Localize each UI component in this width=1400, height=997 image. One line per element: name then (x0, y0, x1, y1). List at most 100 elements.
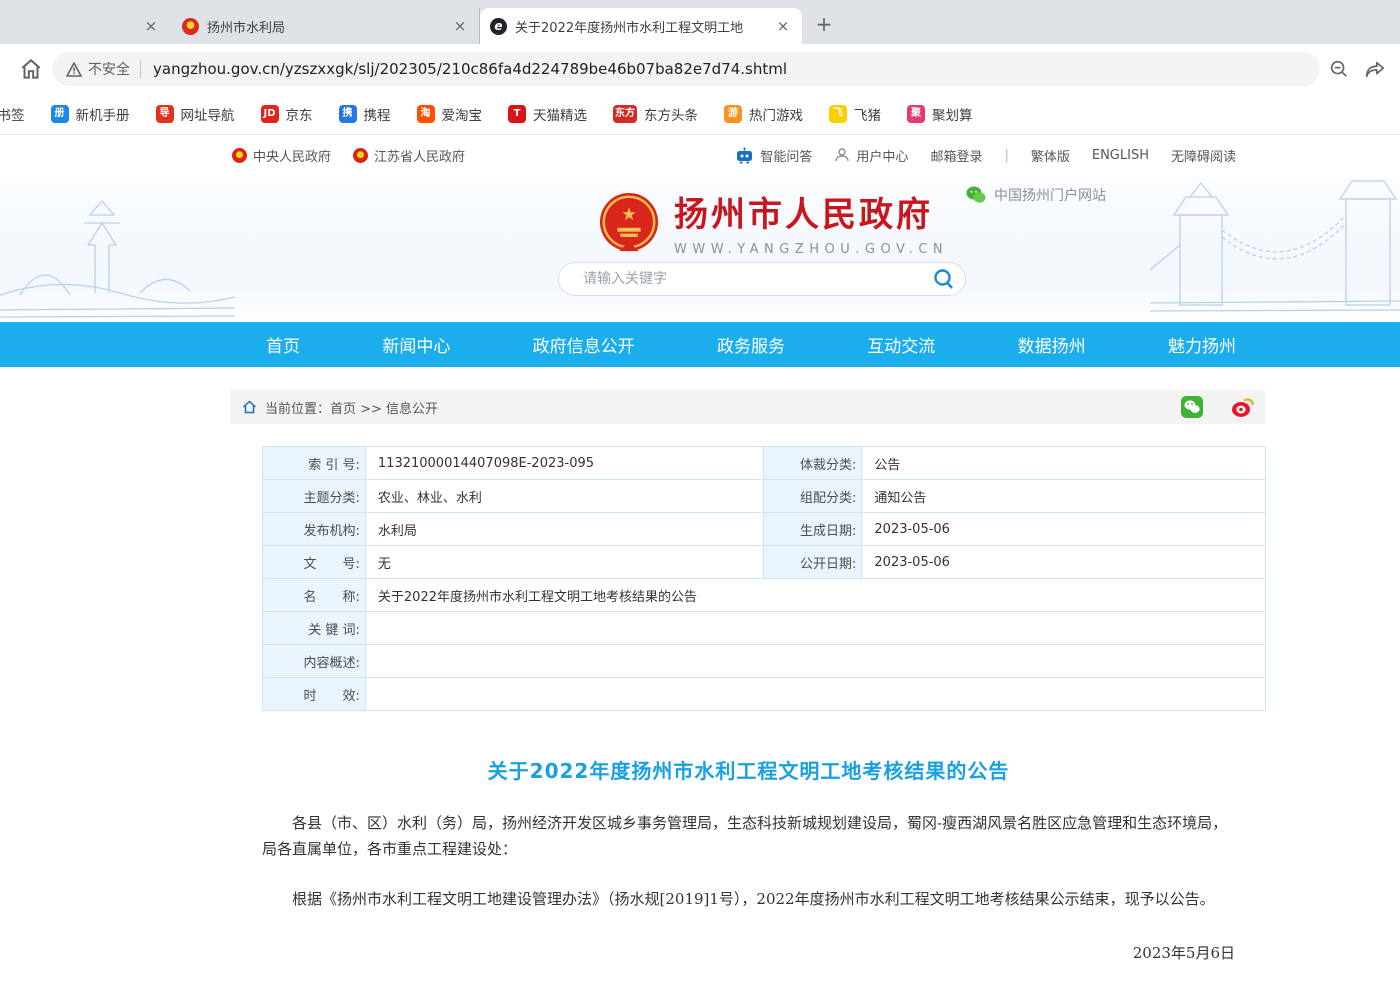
meta-value (366, 612, 1266, 645)
close-icon[interactable]: × (142, 17, 160, 35)
portal-tag[interactable]: 中国扬州门户网站 (966, 185, 1106, 205)
bookmark-label: 携程 (364, 104, 391, 124)
right-bridge-sketch-decoration (1150, 175, 1400, 322)
table-row: 时 效: (263, 678, 1266, 711)
site-brand[interactable]: ★ 扬州市人民政府 WWW.YANGZHOU.GOV.CN (598, 187, 948, 257)
bookmark-icon: 册 (51, 105, 69, 123)
nav-item-home[interactable]: 首页 (266, 332, 300, 357)
meta-value: 2023-05-06 (862, 513, 1266, 546)
search-icon[interactable] (929, 264, 959, 294)
mail-login-link[interactable]: 邮箱登录 (930, 146, 982, 165)
bookmarks-bar: 机书签 册 新机手册 导 网址导航 JD 京东 携 携程 淘 爱淘宝 T 天猫精… (0, 94, 1400, 135)
zoom-out-icon[interactable] (1328, 58, 1350, 80)
meta-label: 生成日期: (764, 513, 863, 546)
meta-value: 农业、林业、水利 (366, 480, 764, 513)
table-row: 关 键 词: (263, 612, 1266, 645)
left-landmark-sketch-decoration (0, 175, 235, 322)
bookmark-label: 新机手册 (76, 104, 130, 124)
url-text[interactable]: yangzhou.gov.cn/yzszxxgk/slj/202305/210c… (153, 60, 787, 78)
gov-utility-bar: 中央人民政府 江苏省人民政府 智能问答 (0, 135, 1400, 175)
bookmark-item[interactable]: 机书签 (0, 104, 25, 124)
home-breadcrumb-icon[interactable] (242, 400, 257, 414)
breadcrumb: 当前位置：首页 >> 信息公开 (230, 390, 1265, 424)
bookmark-item[interactable]: T 天猫精选 (508, 104, 587, 124)
bookmark-icon: T (508, 105, 526, 123)
bookmark-icon: 导 (156, 105, 174, 123)
article-paragraph: 各县（市、区）水利（务）局，扬州经济开发区城乡事务管理局，生态科技新城规划建设局… (262, 810, 1235, 862)
close-icon[interactable]: × (774, 17, 792, 35)
bookmark-label: 京东 (286, 104, 313, 124)
breadcrumb-text[interactable]: 当前位置：首页 >> 信息公开 (265, 398, 438, 417)
meta-label: 关 键 词: (263, 612, 366, 645)
share-icon[interactable] (1364, 58, 1386, 80)
metadata-table: 索 引 号: 11321000014407098E-2023-095 体裁分类:… (262, 446, 1266, 711)
url-bar[interactable]: 不安全 yangzhou.gov.cn/yzszxxgk/slj/202305/… (52, 52, 1320, 86)
meta-value: 公告 (862, 447, 1266, 480)
user-icon (834, 147, 850, 163)
address-toolbar: 不安全 yangzhou.gov.cn/yzszxxgk/slj/202305/… (0, 44, 1400, 94)
table-row: 内容概述: (263, 645, 1266, 678)
weibo-share-icon[interactable] (1231, 396, 1253, 418)
gov-emblem-favicon-icon: ★ (182, 18, 199, 35)
tab-truncated[interactable]: × (0, 8, 172, 44)
bookmark-item[interactable]: 飞 飞猪 (829, 104, 881, 124)
traditional-link[interactable]: 繁体版 (1031, 146, 1070, 165)
link-label: 中央人民政府 (253, 146, 331, 165)
tab-bar: × ★ 扬州市水利局 × e 关于2022年度扬州市水利工程文明工地 × + (0, 0, 1400, 44)
close-icon[interactable]: × (451, 17, 469, 35)
bookmark-label: 网址导航 (181, 104, 235, 124)
nav-item-interaction[interactable]: 互动交流 (867, 332, 935, 357)
bookmark-item[interactable]: 游 热门游戏 (724, 104, 803, 124)
bookmark-icon: JD (261, 105, 279, 123)
smart-qa-link[interactable]: 智能问答 (735, 146, 812, 165)
wechat-share-icon[interactable] (1181, 396, 1203, 418)
meta-value (366, 678, 1266, 711)
bookmark-item[interactable]: 聚 聚划算 (907, 104, 973, 124)
bookmark-label: 东方头条 (644, 104, 698, 124)
bookmark-item[interactable]: 导 网址导航 (156, 104, 235, 124)
divider: | (1004, 148, 1008, 163)
meta-value (366, 645, 1266, 678)
meta-label: 内容概述: (263, 645, 366, 678)
user-center-link[interactable]: 用户中心 (834, 146, 908, 165)
bookmark-label: 机书签 (0, 104, 25, 124)
search-input[interactable] (583, 271, 929, 287)
nav-item-news[interactable]: 新闻中心 (382, 332, 450, 357)
nav-item-info-disclosure[interactable]: 政府信息公开 (533, 332, 635, 357)
meta-value: 2023-05-06 (862, 546, 1266, 579)
english-link[interactable]: ENGLISH (1092, 148, 1149, 163)
main-nav: 首页 新闻中心 政府信息公开 政务服务 互动交流 数据扬州 魅力扬州 (0, 322, 1400, 367)
toolbar-right (1328, 58, 1386, 80)
bookmark-item[interactable]: 册 新机手册 (51, 104, 130, 124)
bookmark-item[interactable]: JD 京东 (261, 104, 313, 124)
security-label[interactable]: 不安全 (88, 59, 130, 79)
table-row: 主题分类: 农业、林业、水利 组配分类: 通知公告 (263, 480, 1266, 513)
bookmark-item[interactable]: 东方 东方头条 (613, 104, 698, 124)
link-central-gov[interactable]: 中央人民政府 (232, 146, 331, 165)
meta-label: 主题分类: (263, 480, 366, 513)
table-row: 发布机构: 水利局 生成日期: 2023-05-06 (263, 513, 1266, 546)
portal-label: 中国扬州门户网站 (994, 185, 1106, 205)
tab-active-announcement[interactable]: e 关于2022年度扬州市水利工程文明工地 × (480, 8, 802, 44)
accessibility-link[interactable]: 无障碍阅读 (1171, 146, 1236, 165)
meta-label: 索 引 号: (263, 447, 366, 480)
bookmark-icon: 东方 (613, 105, 637, 123)
not-secure-warning-icon (66, 62, 82, 77)
nav-item-services[interactable]: 政务服务 (717, 332, 785, 357)
new-tab-button[interactable]: + (810, 10, 838, 38)
link-jiangsu-gov[interactable]: 江苏省人民政府 (353, 146, 465, 165)
home-icon[interactable] (18, 56, 44, 82)
meta-value: 关于2022年度扬州市水利工程文明工地考核结果的公告 (366, 579, 1266, 612)
meta-value: 11321000014407098E-2023-095 (366, 447, 764, 480)
bookmark-label: 飞猪 (854, 104, 881, 124)
bookmark-item[interactable]: 淘 爱淘宝 (417, 104, 483, 124)
tab-title: 关于2022年度扬州市水利工程文明工地 (515, 17, 766, 36)
nav-item-data[interactable]: 数据扬州 (1018, 332, 1086, 357)
tab-shuiliju[interactable]: ★ 扬州市水利局 × (172, 8, 480, 44)
gov-emblem-icon (232, 148, 247, 163)
robot-icon (735, 147, 754, 164)
bookmark-item[interactable]: 携 携程 (339, 104, 391, 124)
meta-label: 体裁分类: (764, 447, 863, 480)
nav-item-charm[interactable]: 魅力扬州 (1168, 332, 1236, 357)
meta-value: 水利局 (366, 513, 764, 546)
